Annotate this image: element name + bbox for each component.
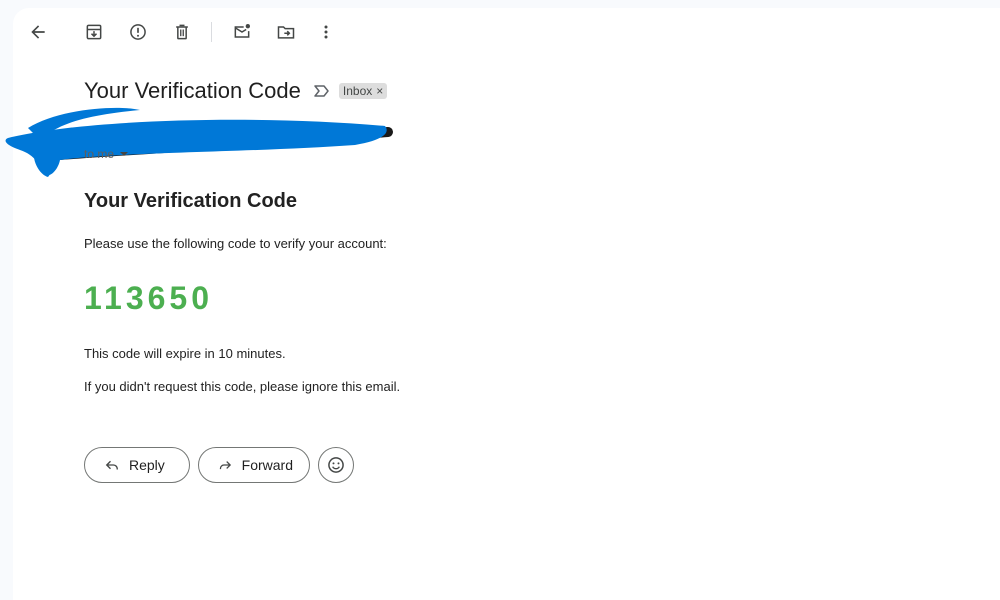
- back-arrow-icon[interactable]: [26, 20, 50, 44]
- forward-button[interactable]: Forward: [198, 447, 310, 483]
- email-ignore-text: If you didn't request this code, please …: [84, 379, 401, 394]
- recipient-text: to me: [84, 147, 115, 161]
- chevron-down-icon: [120, 152, 129, 156]
- remove-label-button[interactable]: ×: [376, 84, 383, 98]
- email-body-heading: Your Verification Code: [84, 190, 297, 212]
- move-to-icon[interactable]: [274, 20, 298, 44]
- delete-icon[interactable]: [170, 20, 194, 44]
- redacted-sender: [5, 107, 393, 177]
- forward-label: Forward: [241, 457, 293, 473]
- email-intro-text: Please use the following code to verify …: [84, 236, 387, 251]
- more-options-icon[interactable]: [314, 20, 338, 44]
- reply-button[interactable]: Reply: [84, 447, 190, 483]
- inbox-label-chip: Inbox ×: [338, 83, 388, 99]
- report-spam-icon[interactable]: [126, 20, 150, 44]
- importance-marker-icon[interactable]: [313, 82, 331, 100]
- archive-icon[interactable]: [82, 20, 106, 44]
- recipient-details-toggle[interactable]: to me: [84, 147, 129, 161]
- forward-icon: [219, 461, 232, 470]
- email-expiry-text: This code will expire in 10 minutes.: [84, 346, 286, 361]
- reply-icon: [105, 460, 118, 470]
- add-reaction-button[interactable]: [318, 447, 354, 483]
- inbox-label-text: Inbox: [342, 84, 373, 98]
- toolbar-divider: [211, 22, 212, 42]
- email-actions: Reply Forward: [84, 447, 354, 483]
- email-toolbar: [0, 20, 1000, 44]
- verification-code: 113650: [84, 280, 214, 316]
- reply-label: Reply: [129, 457, 165, 473]
- smiley-icon: [328, 457, 344, 473]
- mark-unread-icon[interactable]: [230, 20, 254, 44]
